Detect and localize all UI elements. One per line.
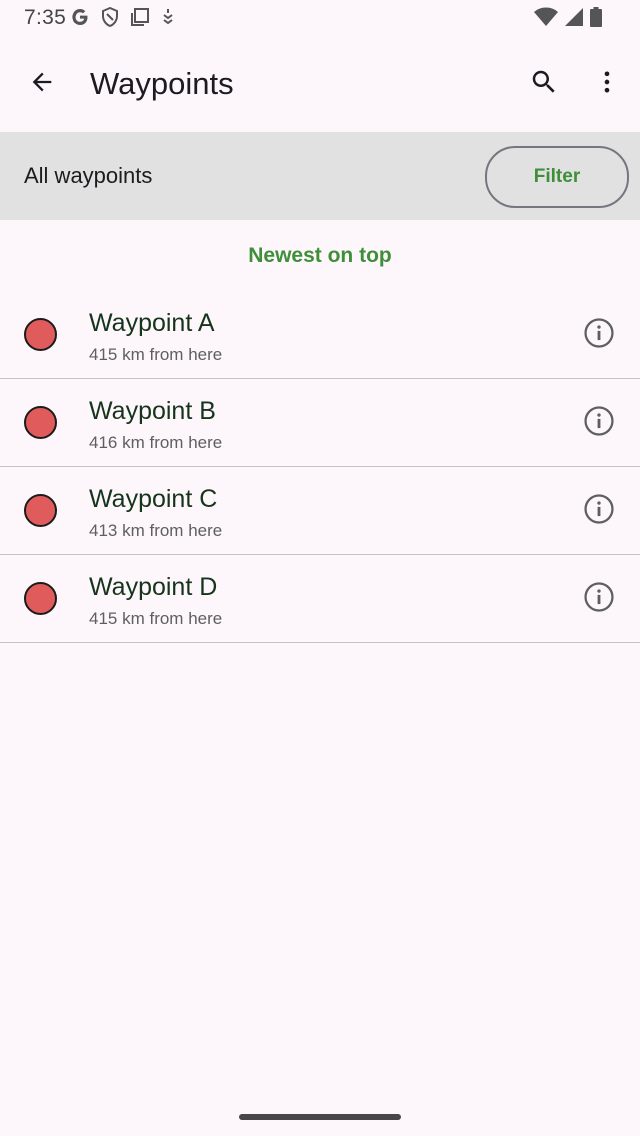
info-icon [582,404,616,443]
search-button[interactable] [520,60,568,108]
waypoint-list: Waypoint A 415 km from here Waypoint B 4… [0,291,640,643]
app-bar: Waypoints [0,36,640,132]
status-time: 7:35 [24,6,67,29]
filter-bar: All waypoints Filter [0,132,640,220]
back-button[interactable] [18,60,66,108]
waypoint-distance: 416 km from here [89,433,223,452]
waypoint-name: Waypoint D [89,573,218,601]
waypoint-marker-icon [24,494,57,527]
list-item[interactable]: Waypoint B 416 km from here [0,379,640,467]
screen-cast-icon [130,7,150,32]
more-vert-icon [593,68,621,101]
waypoint-distance: 413 km from here [89,521,223,540]
waypoint-info-button[interactable] [575,399,623,447]
status-bar: 7:35 [0,0,640,36]
waypoint-marker-icon [24,406,57,439]
waypoint-distance: 415 km from here [89,345,223,364]
info-icon [582,492,616,531]
info-icon [582,580,616,619]
waypoint-info-button[interactable] [575,311,623,359]
filter-button[interactable]: Filter [485,146,629,208]
battery-icon [590,7,602,32]
list-item[interactable]: Waypoint C 413 km from here [0,467,640,555]
google-icon [70,7,90,32]
waypoint-marker-icon [24,318,57,351]
waypoint-info-button[interactable] [575,575,623,623]
filter-label: All waypoints [24,163,153,188]
page-title: Waypoints [90,66,234,101]
more-options-button[interactable] [583,60,631,108]
waypoint-name: Waypoint A [89,309,215,337]
waypoint-info-button[interactable] [575,487,623,535]
status-left-icons [70,6,175,32]
arrow-back-icon [28,68,56,101]
waypoints-screen: 7:35 Waypoints All waypoints Filter Newe… [0,0,640,1136]
waypoint-name: Waypoint B [89,397,216,425]
search-icon [529,67,559,102]
usb-debug-icon [161,7,175,32]
waypoint-name: Waypoint C [89,485,218,513]
waypoint-marker-icon [24,582,57,615]
info-icon [582,316,616,355]
waypoint-distance: 415 km from here [89,609,223,628]
list-item[interactable]: Waypoint A 415 km from here [0,291,640,379]
home-indicator[interactable] [239,1114,401,1120]
shield-icon [101,6,119,32]
list-item[interactable]: Waypoint D 415 km from here [0,555,640,643]
cell-signal-icon [564,7,584,32]
wifi-icon [534,7,558,32]
sort-order-toggle[interactable]: Newest on top [0,244,640,268]
status-right-icons [534,7,602,32]
